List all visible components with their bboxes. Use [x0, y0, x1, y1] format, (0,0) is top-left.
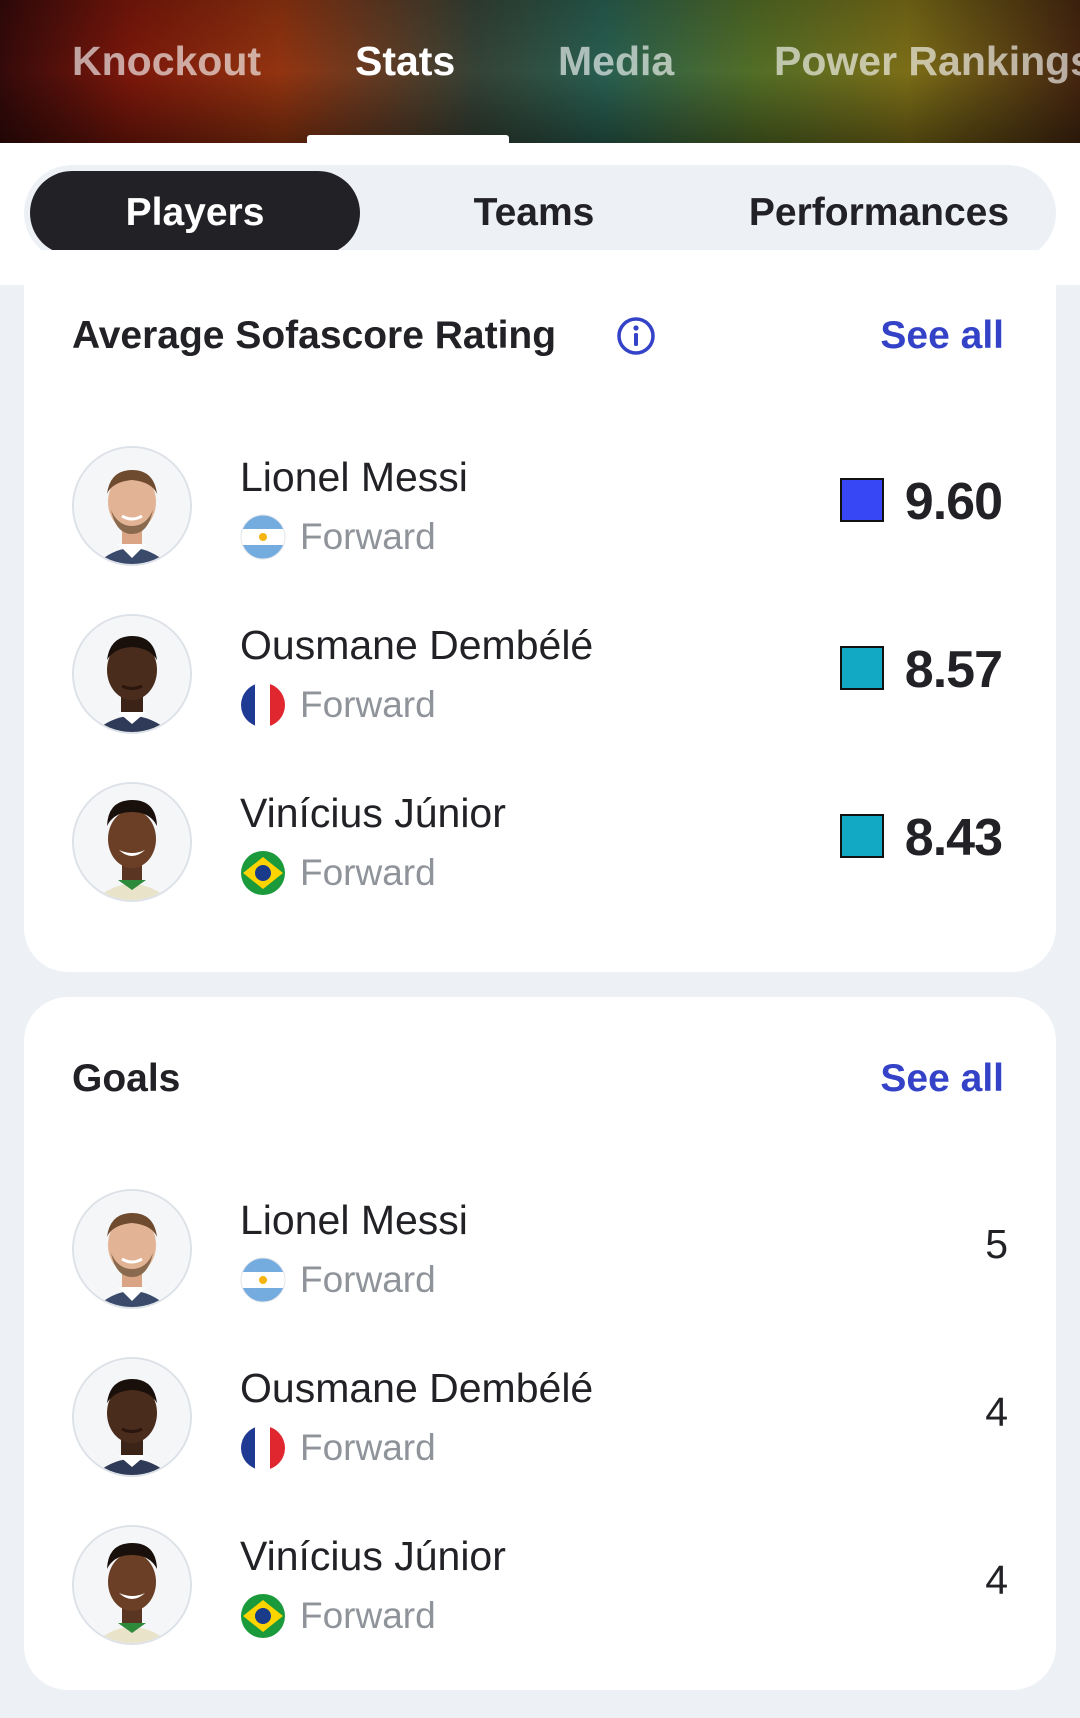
avatar: [72, 614, 192, 734]
list-item[interactable]: Vinícius Júnior Forward 8.43: [24, 758, 1056, 926]
player-position: Forward: [300, 1259, 436, 1300]
tab-media[interactable]: Media: [558, 38, 674, 85]
avatar: [72, 1189, 192, 1309]
segment-performances[interactable]: Performances: [714, 171, 1044, 255]
rating-card: Average Sofascore Rating See all Lionel …: [24, 250, 1056, 972]
player-position: Forward: [300, 1595, 436, 1636]
avatar: [72, 1525, 192, 1645]
player-position: Forward: [300, 852, 436, 893]
list-item[interactable]: Vinícius Júnior Forward 4: [24, 1501, 1056, 1669]
list-item[interactable]: Lionel Messi Forward 9.60: [24, 422, 1056, 590]
argentina-flag-icon: [240, 514, 286, 560]
active-tab-indicator: [307, 135, 509, 143]
tab-knockout[interactable]: Knockout: [72, 38, 261, 85]
player-position: Forward: [300, 516, 436, 557]
avatar: [72, 1357, 192, 1477]
rating-value: 9.60: [904, 473, 1003, 531]
player-name: Vinícius Júnior: [240, 1533, 506, 1579]
player-name: Lionel Messi: [240, 454, 468, 500]
rating-value: 8.57: [904, 641, 1003, 699]
segment-players[interactable]: Players: [30, 171, 360, 255]
player-position: Forward: [300, 1427, 436, 1468]
brazil-flag-icon: [241, 1594, 285, 1638]
goals-value: 4: [985, 1389, 1008, 1435]
segment-teams[interactable]: Teams: [384, 171, 684, 255]
goals-card: Goals See all Lionel Messi Forward 5 Ous…: [24, 997, 1056, 1690]
rating-value: 8.43: [904, 809, 1003, 867]
tab-stats[interactable]: Stats: [355, 38, 455, 85]
france-flag-icon: [241, 1426, 285, 1470]
avatar: [72, 782, 192, 902]
segmented-control: Players Teams Performances: [24, 165, 1056, 261]
card-title: Goals: [72, 1057, 181, 1100]
france-flag-icon: [241, 683, 285, 727]
goals-value: 5: [985, 1221, 1008, 1267]
see-all-link[interactable]: See all: [880, 314, 1004, 358]
tab-power-rankings[interactable]: Power Rankings: [774, 38, 1080, 85]
player-name: Ousmane Dembélé: [240, 1365, 594, 1411]
argentina-flag-icon: [240, 1257, 286, 1303]
see-all-link[interactable]: See all: [880, 1057, 1004, 1101]
player-name: Ousmane Dembélé: [240, 622, 594, 668]
brazil-flag-icon: [241, 851, 285, 895]
info-icon[interactable]: [616, 316, 656, 356]
rating-color-swatch: [840, 646, 884, 690]
card-title: Average Sofascore Rating: [72, 314, 557, 357]
avatar: [72, 446, 192, 566]
rating-color-swatch: [840, 478, 884, 522]
goals-value: 4: [985, 1557, 1008, 1603]
rating-color-swatch: [840, 814, 884, 858]
player-position: Forward: [300, 684, 436, 725]
list-item[interactable]: Lionel Messi Forward 5: [24, 1165, 1056, 1333]
player-name: Vinícius Júnior: [240, 790, 506, 836]
top-tab-bar: Knockout Stats Media Power Rankings: [0, 0, 1080, 143]
player-name: Lionel Messi: [240, 1197, 468, 1243]
list-item[interactable]: Ousmane Dembélé Forward 4: [24, 1333, 1056, 1501]
list-item[interactable]: Ousmane Dembélé Forward 8.57: [24, 590, 1056, 758]
